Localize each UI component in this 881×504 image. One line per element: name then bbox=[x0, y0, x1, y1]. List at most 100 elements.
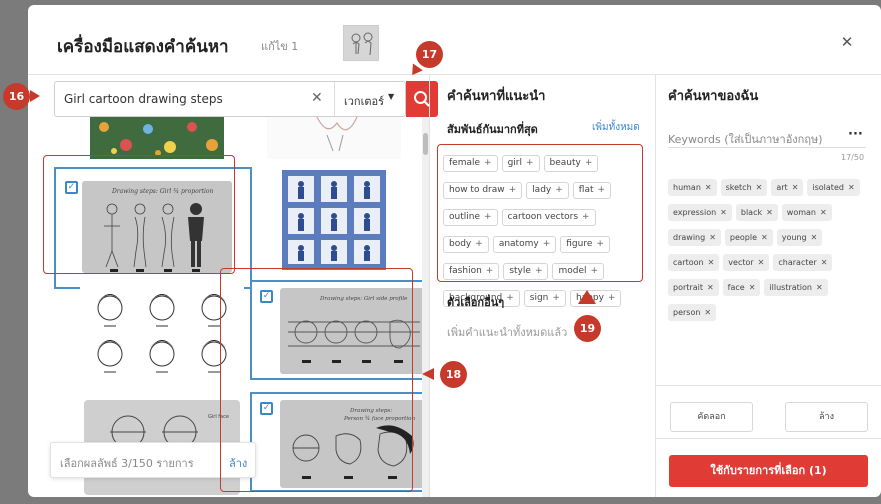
remove-icon[interactable]: ✕ bbox=[704, 308, 711, 317]
modal-header: เครื่องมือแสดงคำค้นหา แก้ไข 1 ✕ bbox=[28, 5, 881, 75]
remove-icon[interactable]: ✕ bbox=[816, 283, 823, 292]
chip-label: people bbox=[729, 233, 758, 242]
chip-label: portrait bbox=[673, 283, 703, 292]
chip-label: cartoon bbox=[673, 258, 704, 267]
chip-label: black bbox=[740, 208, 763, 217]
my-keywords-panel: คำค้นหาของฉัน Keywords (ใส่เป็นภาษาอังกฤ… bbox=[655, 75, 881, 497]
result-tile[interactable] bbox=[282, 170, 386, 270]
clear-search-icon[interactable]: ✕ bbox=[311, 90, 323, 106]
annotation-arrow-icon bbox=[422, 368, 434, 380]
more-options-icon[interactable]: ··· bbox=[848, 127, 863, 142]
remove-icon[interactable]: ✕ bbox=[811, 233, 818, 242]
divider bbox=[656, 385, 881, 386]
clear-button[interactable]: ล้าง bbox=[785, 402, 868, 432]
remove-icon[interactable]: ✕ bbox=[820, 208, 827, 217]
remove-icon[interactable]: ✕ bbox=[758, 258, 765, 267]
chip-label: face bbox=[727, 283, 745, 292]
my-keyword-chip[interactable]: face ✕ bbox=[722, 279, 761, 296]
remove-icon[interactable]: ✕ bbox=[792, 183, 799, 192]
chip-label: illustration bbox=[769, 283, 812, 292]
related-label: สัมพันธ์กันมากที่สุด bbox=[447, 123, 538, 136]
remove-icon[interactable]: ✕ bbox=[766, 208, 773, 217]
my-keyword-chip[interactable]: portrait ✕ bbox=[668, 279, 719, 296]
chip-label: drawing bbox=[673, 233, 706, 242]
my-keyword-chip[interactable]: human ✕ bbox=[668, 179, 717, 196]
add-icon[interactable]: + bbox=[608, 293, 616, 303]
chip-label: vector bbox=[728, 258, 754, 267]
my-keyword-chip[interactable]: cartoon ✕ bbox=[668, 254, 720, 271]
annotation-badge: 19 bbox=[574, 315, 601, 342]
suggested-chip[interactable]: sign + bbox=[523, 290, 566, 307]
modal-title: เครื่องมือแสดงคำค้นหา bbox=[57, 37, 229, 57]
chip-label: young bbox=[781, 233, 807, 242]
my-keyword-chip[interactable]: people ✕ bbox=[724, 229, 773, 246]
chip-label: expression bbox=[673, 208, 717, 217]
results-scrollbar[interactable] bbox=[422, 117, 429, 497]
remove-icon[interactable]: ✕ bbox=[705, 183, 712, 192]
annotation-frame-suggestions bbox=[437, 144, 643, 282]
annotation-badge: 18 bbox=[440, 361, 467, 388]
add-icon[interactable]: + bbox=[506, 293, 514, 303]
content-type-select[interactable]: เวกเตอร์ bbox=[344, 92, 384, 110]
result-image bbox=[267, 117, 401, 159]
chevron-down-icon[interactable]: ▼ bbox=[388, 92, 394, 101]
search-bar: Girl cartoon drawing steps ✕ เวกเตอร์ ▼ bbox=[54, 81, 406, 117]
my-keyword-chip[interactable]: character ✕ bbox=[773, 254, 833, 271]
annotation-badge: 17 bbox=[416, 41, 443, 68]
chip-label: person bbox=[673, 308, 701, 317]
apply-to-selected-button[interactable]: ใช้กับรายการที่เลือก (1) bbox=[669, 455, 868, 487]
annotation-frame-selected bbox=[220, 268, 413, 492]
add-icon[interactable]: + bbox=[552, 293, 560, 303]
my-keyword-chip[interactable]: drawing ✕ bbox=[668, 229, 721, 246]
copy-button[interactable]: คัดลอก bbox=[670, 402, 753, 432]
edit-count-label: แก้ไข 1 bbox=[261, 40, 299, 53]
remove-icon[interactable]: ✕ bbox=[720, 208, 727, 217]
result-tile[interactable] bbox=[90, 117, 224, 159]
keywords-input-underline bbox=[668, 147, 866, 148]
search-input[interactable]: Girl cartoon drawing steps bbox=[64, 92, 223, 106]
my-keyword-chip-list: human ✕ sketch ✕ art ✕ isolated ✕expression ✕ bla… bbox=[668, 175, 873, 325]
annotation-spacer bbox=[44, 80, 62, 114]
divider bbox=[656, 438, 881, 439]
add-all-link[interactable]: เพิ่มทั้งหมด bbox=[592, 120, 640, 135]
result-image bbox=[282, 170, 386, 270]
my-keyword-chip[interactable]: vector ✕ bbox=[723, 254, 770, 271]
search-divider bbox=[334, 82, 335, 116]
suggested-title: คำค้นหาที่แนะนำ bbox=[447, 89, 546, 104]
my-keyword-chip[interactable]: art ✕ bbox=[771, 179, 804, 196]
my-keyword-chip[interactable]: woman ✕ bbox=[781, 204, 832, 221]
my-keyword-chip[interactable]: isolated ✕ bbox=[807, 179, 860, 196]
annotation-frame-left bbox=[43, 155, 235, 274]
chip-label: sketch bbox=[725, 183, 752, 192]
keywords-input[interactable]: Keywords (ใส่เป็นภาษาอังกฤษ) bbox=[668, 130, 823, 148]
chip-label: sign bbox=[529, 293, 549, 303]
close-icon[interactable]: ✕ bbox=[838, 33, 856, 51]
remove-icon[interactable]: ✕ bbox=[756, 183, 763, 192]
remove-icon[interactable]: ✕ bbox=[707, 283, 714, 292]
suggested-keywords-panel: คำค้นหาที่แนะนำ สัมพันธ์กันมากที่สุด เพิ… bbox=[429, 75, 655, 497]
my-keyword-chip[interactable]: young ✕ bbox=[776, 229, 823, 246]
keyword-count: 17/50 bbox=[841, 153, 865, 162]
my-keyword-chip[interactable]: expression ✕ bbox=[668, 204, 732, 221]
other-options-title: ตัวเลือกอื่นๆ bbox=[447, 296, 505, 309]
my-keyword-chip[interactable]: illustration ✕ bbox=[764, 279, 828, 296]
remove-icon[interactable]: ✕ bbox=[749, 283, 756, 292]
edited-item-thumbnail[interactable] bbox=[343, 25, 379, 61]
chip-label: human bbox=[673, 183, 701, 192]
my-keyword-chip[interactable]: person ✕ bbox=[668, 304, 717, 321]
result-image bbox=[90, 117, 224, 159]
remove-icon[interactable]: ✕ bbox=[821, 258, 828, 267]
chip-label: woman bbox=[786, 208, 816, 217]
my-keywords-title: คำค้นหาของฉัน bbox=[668, 89, 759, 104]
other-options-empty-text: เพิ่มคำแนะนำทั้งหมดแล้ว bbox=[447, 326, 568, 339]
result-tile[interactable] bbox=[267, 117, 401, 159]
selection-count-text: เลือกผลลัพธ์ 3/150 รายการ bbox=[60, 457, 194, 470]
remove-icon[interactable]: ✕ bbox=[708, 258, 715, 267]
results-scrollbar-thumb[interactable] bbox=[423, 133, 428, 155]
my-keyword-chip[interactable]: black ✕ bbox=[735, 204, 778, 221]
my-keyword-chip[interactable]: sketch ✕ bbox=[720, 179, 768, 196]
remove-icon[interactable]: ✕ bbox=[848, 183, 855, 192]
remove-icon[interactable]: ✕ bbox=[709, 233, 716, 242]
remove-icon[interactable]: ✕ bbox=[761, 233, 768, 242]
chip-label: isolated bbox=[812, 183, 844, 192]
